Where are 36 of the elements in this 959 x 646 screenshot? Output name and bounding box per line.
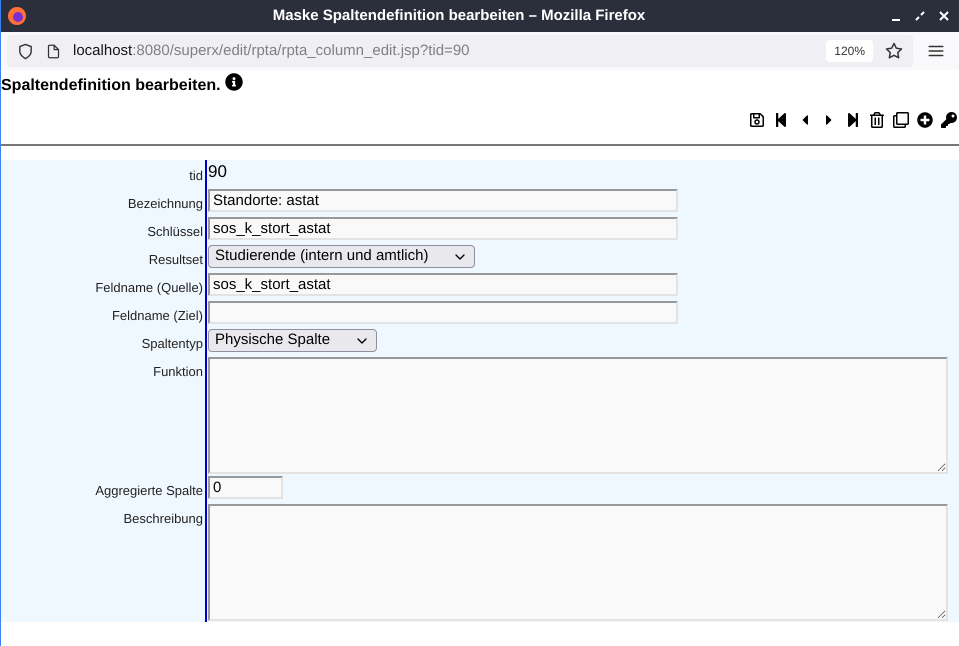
- field-label: Bezeichnung: [128, 196, 203, 211]
- field-label: tid: [189, 168, 203, 183]
- first-record-icon[interactable]: [773, 112, 789, 128]
- info-icon[interactable]: [224, 72, 243, 90]
- url-text: localhost:8080/superx/edit/rpta/rpta_column_edit.jsp?tid=90: [73, 40, 471, 61]
- browser-logo-icon: [7, 6, 27, 26]
- dropdown[interactable]: Physische Spalte: [208, 329, 378, 352]
- shield-icon[interactable]: [17, 42, 34, 60]
- field-label: Aggregierte Spalte: [95, 483, 203, 498]
- last-record-icon[interactable]: [845, 112, 861, 128]
- field-label: Resultset: [148, 252, 203, 267]
- field-value: 90: [208, 161, 227, 183]
- field-label: Feldname (Quelle): [95, 280, 203, 295]
- key-icon[interactable]: [941, 112, 957, 128]
- zoom-level[interactable]: 120%: [826, 40, 873, 62]
- input-field[interactable]: Standorte: astat: [208, 189, 678, 212]
- close-icon[interactable]: [939, 11, 949, 21]
- address-bar[interactable]: localhost:8080/superx/edit/rpta/rpta_column_edit.jsp?tid=90 120%: [7, 35, 913, 67]
- copy-icon[interactable]: [893, 112, 909, 128]
- input-field[interactable]: 0: [208, 476, 283, 499]
- save-icon[interactable]: [749, 112, 765, 128]
- page-heading: Spaltendefinition bearbeiten.: [1, 76, 221, 96]
- field-label: Feldname (Ziel): [112, 308, 203, 323]
- star-icon[interactable]: [885, 42, 903, 60]
- field-label: Schlüssel: [147, 224, 203, 239]
- field-label: Beschreibung: [124, 511, 203, 526]
- maximize-icon[interactable]: [915, 11, 925, 21]
- page-icon[interactable]: [46, 44, 61, 58]
- window-title: Maske Spaltendefinition bearbeiten – Mozilla Firefox: [272, 6, 646, 26]
- dropdown[interactable]: Studierende (intern und amtlich): [208, 245, 476, 268]
- field-label: Spaltentyp: [142, 336, 203, 351]
- input-field[interactable]: [208, 301, 678, 324]
- field-label: Funktion: [153, 364, 203, 379]
- trash-icon[interactable]: [869, 112, 885, 128]
- input-field[interactable]: sos_k_stort_astat: [208, 217, 678, 240]
- input-field[interactable]: sos_k_stort_astat: [208, 273, 678, 296]
